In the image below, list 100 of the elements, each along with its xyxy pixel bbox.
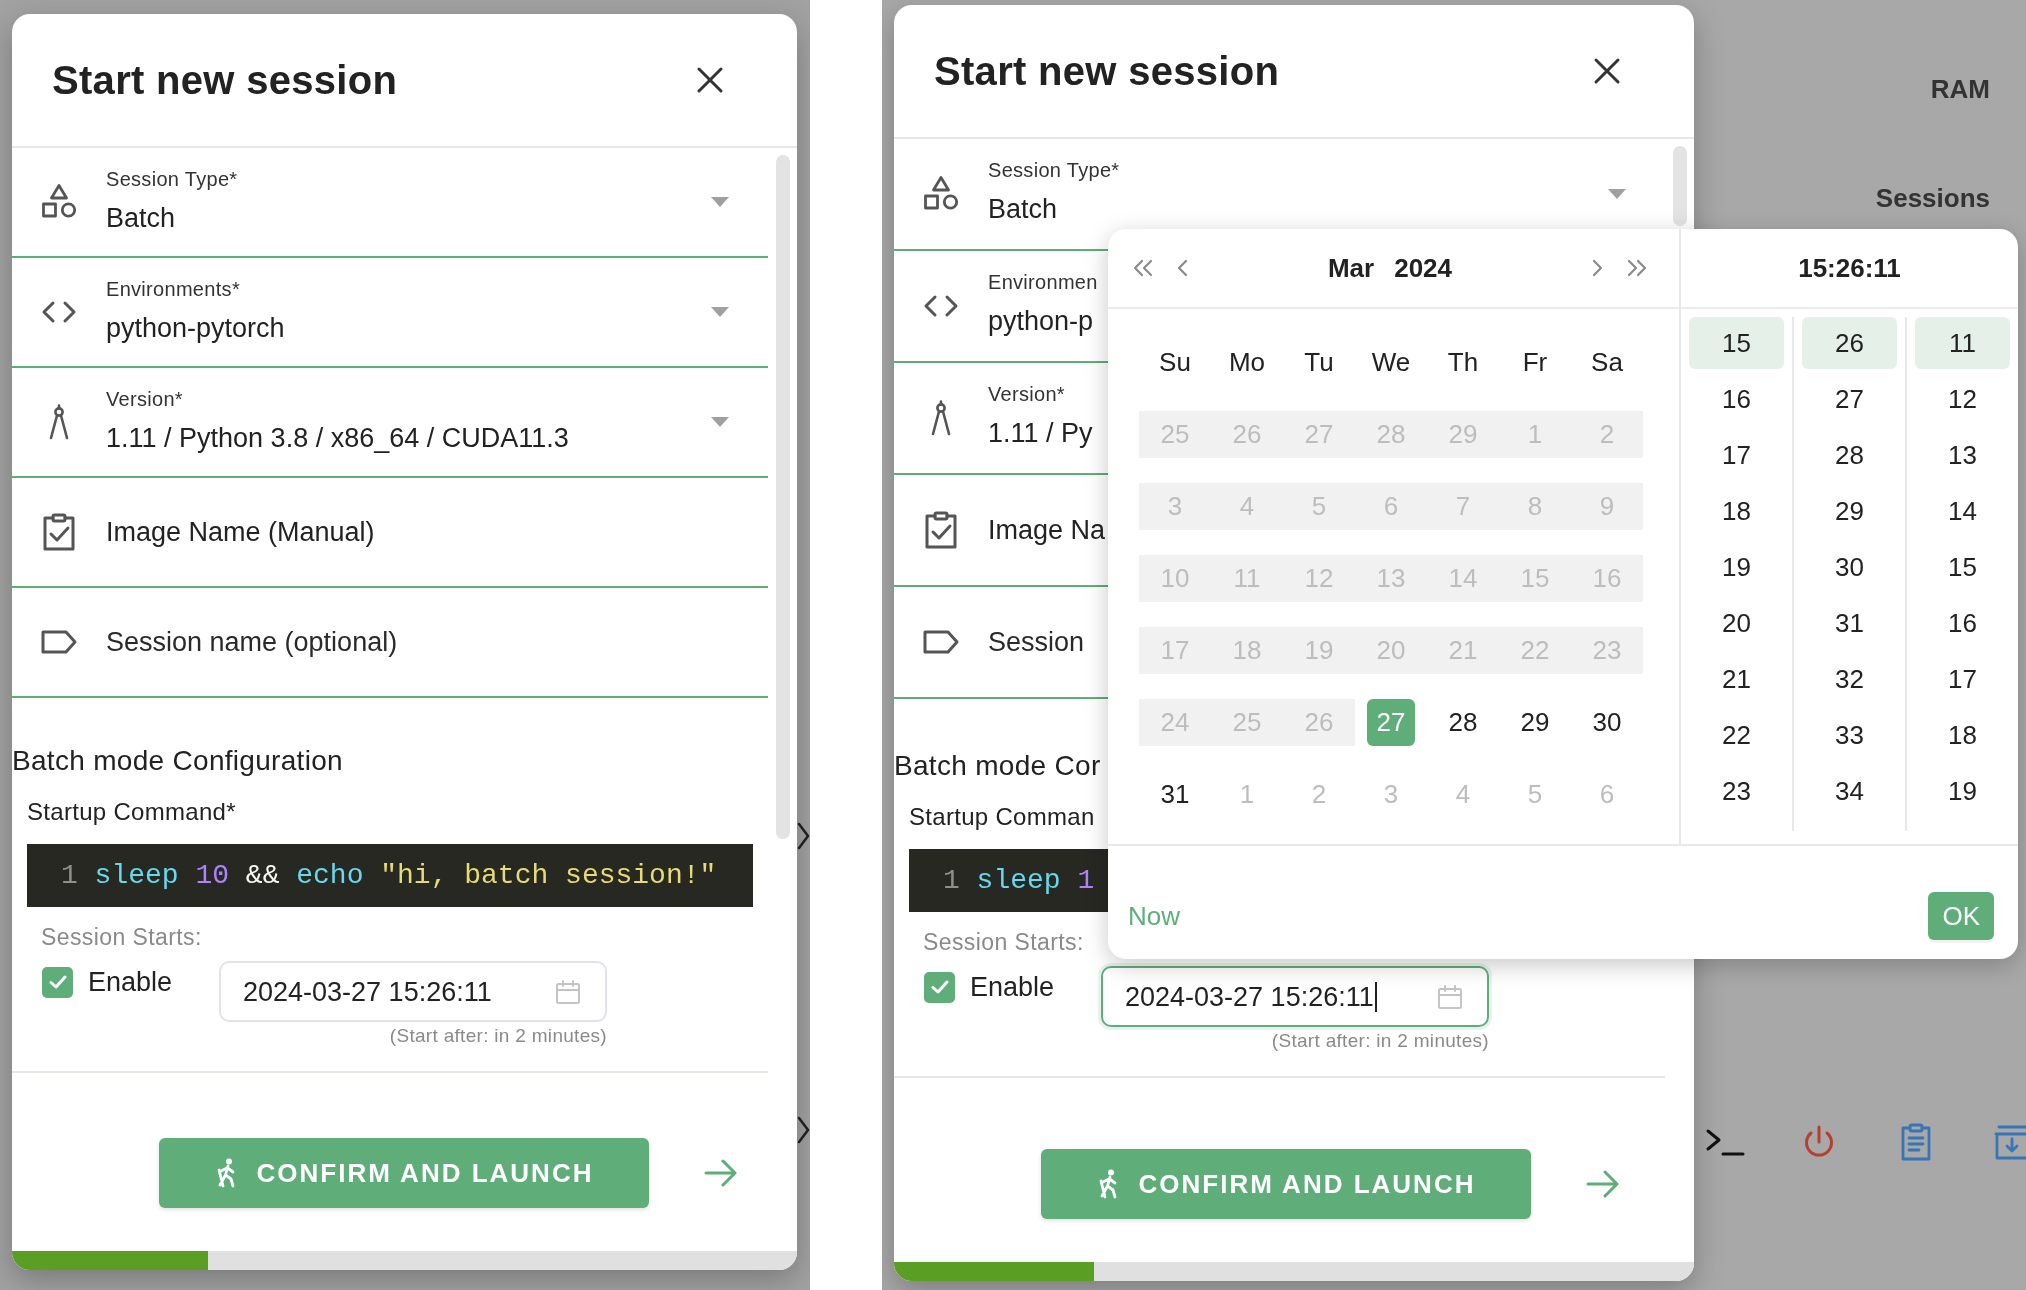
terminal-icon[interactable] xyxy=(1705,1127,1745,1157)
check-icon xyxy=(930,980,949,994)
field-value: python-p xyxy=(988,305,1094,337)
list-item[interactable]: Image Name (Manual) xyxy=(12,478,768,588)
calendar-icon[interactable] xyxy=(1437,983,1463,1010)
month-label[interactable]: Mar xyxy=(1327,252,1375,284)
clipboard-check-icon xyxy=(923,511,959,549)
drafting-compass-icon xyxy=(48,404,70,440)
time-option[interactable]: 22 xyxy=(1689,709,1784,761)
time-option[interactable]: 31 xyxy=(1802,597,1897,649)
day-cell[interactable]: 31 xyxy=(1139,770,1211,818)
clipboard-check-icon xyxy=(41,513,77,551)
caret-down-icon xyxy=(711,417,729,427)
day-cell[interactable]: 29 xyxy=(1499,698,1571,746)
code-editor[interactable]: 1 sleep 10 && echo "hi, batch session!" xyxy=(27,844,753,907)
select-field[interactable]: Version* 1.11 / Python 3.8 / x86_64 / CUDA11.3 xyxy=(12,368,768,478)
field-value: 1.11 / Python 3.8 / x86_64 / CUDA11.3 xyxy=(106,422,569,454)
datetime-input[interactable]: 2024-03-27 15:26:11 xyxy=(219,961,607,1022)
time-option[interactable]: 14 xyxy=(1915,485,2010,537)
day-cell[interactable]: 30 xyxy=(1571,698,1643,746)
weekday-label: Tu xyxy=(1304,346,1334,378)
time-option[interactable]: 29 xyxy=(1802,485,1897,537)
caret-down-icon xyxy=(711,307,729,317)
time-option[interactable]: 33 xyxy=(1802,709,1897,761)
start-hint: (Start after: in 2 minutes) xyxy=(1271,1030,1489,1052)
time-option[interactable]: 27 xyxy=(1802,373,1897,425)
enable-checkbox[interactable] xyxy=(42,966,73,998)
select-field[interactable]: Environments* python-pytorch xyxy=(12,258,768,368)
time-label: 15:26:11 xyxy=(1798,252,1901,284)
field-label: Session Starts: xyxy=(923,929,1084,955)
select-field[interactable]: Session Type* Batch xyxy=(12,148,768,258)
clipboard-icon[interactable] xyxy=(1900,1123,1932,1161)
time-option[interactable]: 18 xyxy=(1689,485,1784,537)
start-hint: (Start after: in 2 minutes) xyxy=(389,1025,607,1047)
field-value: python-pytorch xyxy=(106,312,285,344)
time-option[interactable]: 17 xyxy=(1915,653,2010,705)
time-option[interactable]: 28 xyxy=(1802,429,1897,481)
code-icon xyxy=(41,300,77,324)
calendar-icon[interactable] xyxy=(555,978,581,1005)
time-option[interactable]: 13 xyxy=(1915,429,2010,481)
weekday-label: Su xyxy=(1159,346,1191,378)
field-label: Version* xyxy=(106,387,183,411)
time-option[interactable]: 16 xyxy=(1689,373,1784,425)
arrow-right-icon[interactable] xyxy=(704,1159,738,1187)
time-option[interactable]: 17 xyxy=(1689,429,1784,481)
time-option[interactable]: 21 xyxy=(1689,653,1784,705)
chevron-right-icon[interactable] xyxy=(797,1116,810,1144)
checkbox-label: Enable xyxy=(970,971,1055,1003)
time-option[interactable]: 26 xyxy=(1802,317,1897,369)
time-option[interactable]: 34 xyxy=(1802,765,1897,817)
time-option[interactable]: 12 xyxy=(1915,373,2010,425)
time-option[interactable]: 11 xyxy=(1915,317,2010,369)
chevron-right-icon[interactable] xyxy=(797,822,810,850)
time-option[interactable]: 16 xyxy=(1915,597,2010,649)
caret-down-icon xyxy=(711,197,729,207)
weekday-label: Fr xyxy=(1522,346,1548,378)
datetime-input[interactable]: 2024-03-27 15:26:11 xyxy=(1101,966,1489,1027)
code-editor[interactable]: 1 sleep 1 xyxy=(909,849,1108,912)
time-option[interactable]: 19 xyxy=(1915,765,2010,817)
time-option[interactable]: 30 xyxy=(1802,541,1897,593)
arrow-right-icon[interactable] xyxy=(1586,1170,1620,1198)
field-label: Session Type* xyxy=(988,158,1120,182)
session-name-input[interactable]: Session xyxy=(988,622,1108,662)
weekday-label: Mo xyxy=(1228,346,1266,378)
field-label: Environmen xyxy=(988,270,1098,294)
dialog-title: Start new session xyxy=(934,48,1280,95)
time-option[interactable]: 20 xyxy=(1689,597,1784,649)
enable-checkbox[interactable] xyxy=(924,971,955,1003)
time-option[interactable]: 19 xyxy=(1689,541,1784,593)
check-icon xyxy=(48,975,67,989)
code-icon xyxy=(923,294,959,318)
time-option[interactable]: 23 xyxy=(1689,765,1784,817)
weekday-label: We xyxy=(1371,346,1411,378)
field-value: 1.11 / Py xyxy=(988,417,1093,449)
shapes-icon xyxy=(41,183,77,221)
time-option[interactable]: 18 xyxy=(1915,709,2010,761)
year-label[interactable]: 2024 xyxy=(1394,252,1453,284)
scrollbar[interactable] xyxy=(776,155,790,839)
scrollbar[interactable] xyxy=(1673,146,1687,226)
time-option[interactable]: 15 xyxy=(1915,541,2010,593)
session-name-input[interactable]: Session name (optional) xyxy=(106,622,768,662)
time-option[interactable]: 32 xyxy=(1802,653,1897,705)
double-chevron-right-icon[interactable] xyxy=(1626,257,1648,279)
line-number: 1 xyxy=(61,858,78,893)
time-option[interactable]: 15 xyxy=(1689,317,1784,369)
section-heading: Batch mode Cor xyxy=(894,749,1101,783)
tag-icon xyxy=(39,628,79,656)
double-chevron-left-icon[interactable] xyxy=(1132,257,1154,279)
drafting-compass-icon xyxy=(930,400,952,436)
shapes-icon xyxy=(923,175,959,213)
power-icon[interactable] xyxy=(1802,1124,1836,1160)
checkbox-label: Enable xyxy=(88,966,173,998)
archive-icon[interactable] xyxy=(1994,1124,2026,1160)
close-icon xyxy=(1593,57,1621,85)
close-icon xyxy=(696,66,724,94)
dialog-title: Start new session xyxy=(52,57,398,104)
day-cell[interactable]: 28 xyxy=(1427,698,1499,746)
line-number: 1 xyxy=(943,863,960,898)
field-value: Batch xyxy=(106,202,176,234)
field-label: Environments* xyxy=(106,277,240,301)
